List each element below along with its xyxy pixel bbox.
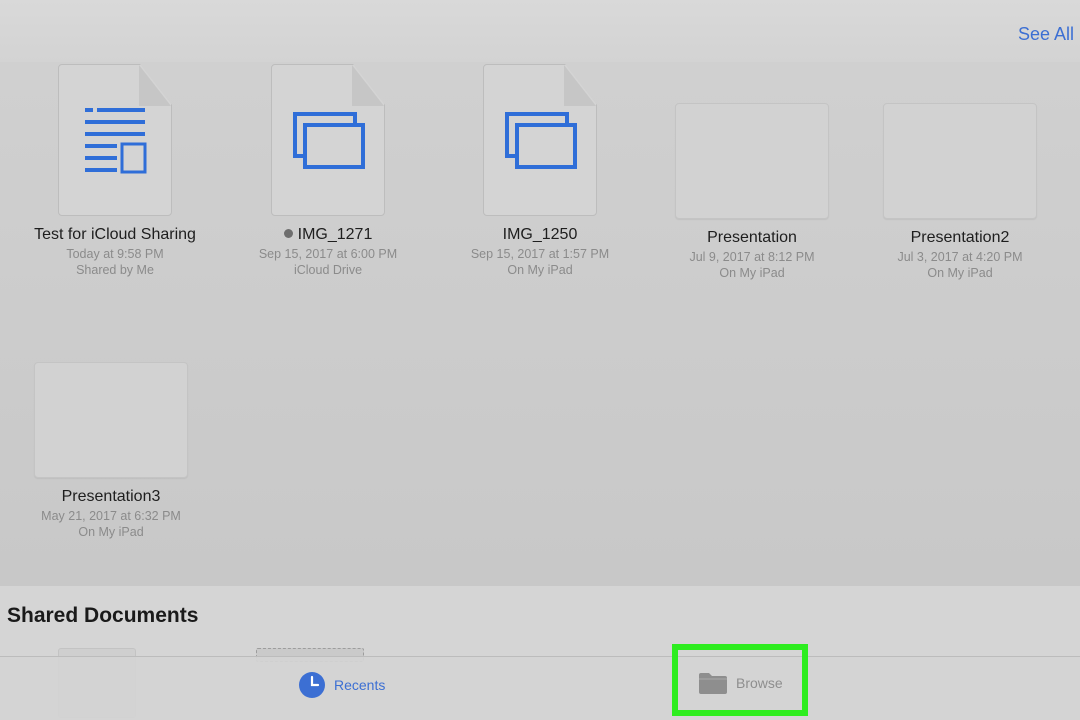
tab-recents[interactable]: Recents: [298, 671, 385, 699]
document-location: On My iPad: [719, 266, 785, 280]
document-item[interactable]: Presentation2 Jul 3, 2017 at 4:20 PM On …: [860, 103, 1060, 280]
document-location: On My iPad: [507, 263, 573, 277]
top-bar: See All: [0, 0, 1080, 62]
document-item[interactable]: IMG_1250 Sep 15, 2017 at 1:57 PM On My i…: [440, 64, 640, 277]
document-page-icon: [58, 64, 172, 216]
document-date: Today at 9:58 PM: [66, 247, 164, 261]
document-title-row: IMG_1271: [228, 226, 428, 244]
slides-page-icon: [483, 64, 597, 216]
document-title: Presentation2: [910, 229, 1010, 246]
document-date: Sep 15, 2017 at 6:00 PM: [258, 247, 398, 261]
presentation-thumbnail: [883, 103, 1037, 219]
document-date: Sep 15, 2017 at 1:57 PM: [470, 247, 610, 261]
document-title: Presentation3: [61, 488, 161, 505]
document-date: Jul 9, 2017 at 8:12 PM: [689, 250, 815, 264]
document-date: May 21, 2017 at 6:32 PM: [41, 509, 181, 523]
unsynced-status-dot: [283, 229, 293, 238]
presentation-thumbnail: [34, 362, 188, 478]
document-date: Jul 3, 2017 at 4:20 PM: [897, 250, 1023, 264]
see-all-link[interactable]: See All: [1018, 24, 1074, 45]
tab-bar: Recents Browse: [0, 656, 1080, 720]
document-title: IMG_1250: [502, 226, 578, 243]
document-item[interactable]: Presentation3 May 21, 2017 at 6:32 PM On…: [11, 362, 211, 539]
presentation-thumbnail: [675, 103, 829, 219]
clock-icon: [299, 672, 325, 698]
document-location: On My iPad: [927, 266, 993, 280]
document-title: IMG_1271: [297, 226, 373, 243]
document-location: On My iPad: [78, 525, 144, 539]
document-item[interactable]: Presentation Jul 9, 2017 at 8:12 PM On M…: [652, 103, 852, 280]
document-item[interactable]: Test for iCloud Sharing Today at 9:58 PM…: [15, 64, 215, 277]
browse-highlight-box: [672, 644, 808, 716]
document-item[interactable]: IMG_1271 Sep 15, 2017 at 6:00 PM iCloud …: [228, 64, 428, 277]
section-title: Shared Documents: [7, 604, 199, 627]
shared-documents-section: Shared Documents: [0, 586, 1080, 656]
slides-page-icon: [271, 64, 385, 216]
document-title: Presentation: [707, 229, 797, 246]
document-title: Test for iCloud Sharing: [34, 226, 196, 243]
document-location: Shared by Me: [76, 263, 154, 277]
document-location: iCloud Drive: [293, 263, 363, 277]
tab-label: Recents: [334, 677, 386, 693]
